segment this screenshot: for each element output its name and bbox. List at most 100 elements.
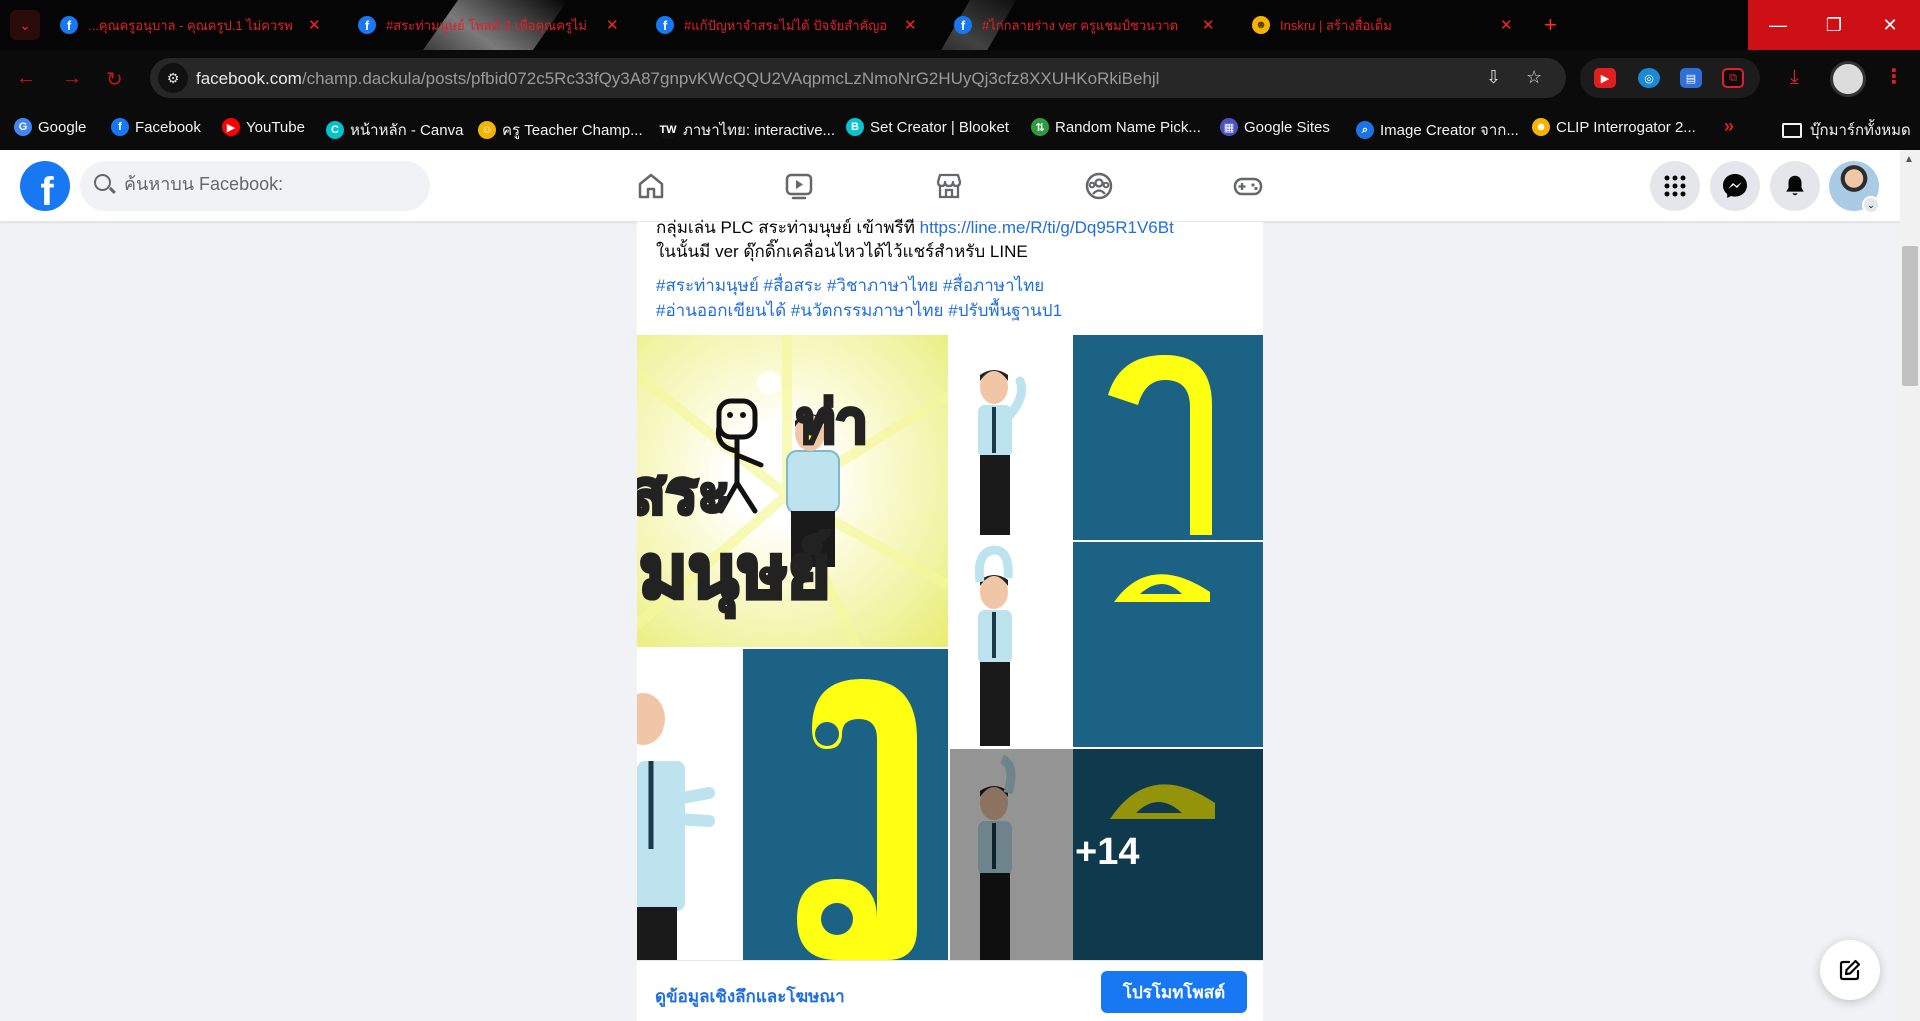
bookmark-label: Google — [38, 118, 87, 136]
post-text-line: ในนั้นมี ver ดุ๊กดิ๊กเคลื่อนไหวได้ไว้แชร… — [656, 242, 1028, 261]
browser-tab[interactable]: f #ไก่กลายร่าง ver ครูแชมป์ชวนวาด ✕ — [942, 8, 1227, 42]
bookmark-favicon-icon: ▶ — [222, 118, 240, 136]
nav-home[interactable] — [596, 150, 706, 222]
address-bar[interactable]: ⚙ facebook.com/champ.dackula/posts/pfbid… — [150, 58, 1566, 98]
messenger-button[interactable] — [1710, 161, 1760, 211]
close-tab-icon[interactable]: ✕ — [1202, 16, 1215, 34]
bookmark-item[interactable]: B Set Creator | Blooket — [846, 118, 1009, 136]
promote-post-button[interactable]: โปรโมทโพสต์ — [1101, 971, 1247, 1013]
back-icon[interactable]: ← — [16, 67, 36, 90]
extension-icon[interactable]: ◎ — [1638, 68, 1660, 88]
chevron-down-icon[interactable]: ⌄ — [1862, 196, 1880, 214]
gallery-photo-main[interactable]: สระ ท่า มนุษย์ — [637, 335, 948, 647]
facebook-logo-icon[interactable]: f — [20, 161, 70, 211]
bookmark-label: YouTube — [246, 118, 305, 136]
bookmark-favicon-icon: ☺ — [478, 121, 496, 139]
smiley-favicon-icon: ☻ — [1252, 16, 1270, 34]
bookmark-item[interactable]: C หน้าหลัก - Canva — [326, 118, 463, 142]
bookmark-item[interactable]: ▦ Google Sites — [1220, 118, 1330, 136]
close-tab-icon[interactable]: ✕ — [904, 16, 917, 34]
nav-video[interactable] — [744, 150, 854, 222]
scroll-up-arrow-icon[interactable]: ▲ — [1904, 154, 1914, 165]
line-group-link[interactable]: https://line.me/R/ti/g/Dq95R1V6Bt — [920, 218, 1174, 237]
marketplace-icon — [936, 173, 962, 199]
browser-tab[interactable]: f ...คุณครูอนุบาล - คุณครูป.1 ไม่ควรพ ✕ — [48, 8, 333, 42]
browser-tab[interactable]: f #สระท่ามนุษย์ โพสต์ 2 เพื่อคุณครูไม่ ✕ — [346, 8, 631, 42]
facebook-favicon-icon: f — [60, 16, 78, 34]
close-tab-icon[interactable]: ✕ — [308, 16, 321, 34]
extension-icon[interactable]: ▤ — [1680, 68, 1702, 88]
close-window-icon[interactable]: ✕ — [1860, 0, 1920, 50]
post-footer: ดูข้อมูลเชิงลึกและโฆษณา โปรโมทโพสต์ — [637, 960, 1263, 1021]
scrollbar-thumb[interactable] — [1902, 246, 1918, 386]
close-tab-icon[interactable]: ✕ — [1500, 16, 1513, 34]
insights-link[interactable]: ดูข้อมูลเชิงลึกและโฆษณา — [655, 983, 845, 1010]
profile-avatar[interactable] — [1830, 61, 1866, 97]
bookmark-favicon-icon: ⌕ — [1356, 121, 1374, 139]
bookmark-favicon-icon: ☻ — [1532, 118, 1550, 136]
bookmark-item[interactable]: f Facebook — [111, 118, 201, 136]
tab-search-button[interactable]: ⌄ — [10, 10, 40, 40]
all-bookmarks-label: บุ๊กมาร์กทั้งหมด — [1810, 122, 1911, 139]
browser-tab[interactable]: f #แก้ปัญหาจำสระไม่ได้ ปัจจัยสำคัญอ ✕ — [644, 8, 929, 42]
new-message-button[interactable] — [1820, 940, 1880, 1000]
main-image-text-sara: สระ — [637, 458, 732, 528]
facebook-favicon-icon: f — [358, 16, 376, 34]
reload-icon[interactable]: ↻ — [106, 67, 123, 92]
bookmark-item[interactable]: ☻ CLIP Interrogator 2... — [1532, 118, 1696, 136]
hashtags-line[interactable]: #อ่านออกเขียนได้ #นวัตกรรมภาษาไทย #ปรับพ… — [656, 297, 1062, 324]
forward-icon[interactable]: → — [62, 67, 82, 90]
youtube-extension-icon[interactable]: ▶ — [1594, 68, 1616, 88]
hashtags-line[interactable]: #สระท่ามนุษย์ #สื่อสระ #วิชาภาษาไทย #สื่… — [656, 272, 1044, 299]
bookmark-label: Set Creator | Blooket — [870, 118, 1009, 136]
groups-icon — [1085, 172, 1113, 200]
url-text[interactable]: facebook.com/champ.dackula/posts/pfbid07… — [196, 69, 1159, 89]
tab-title: #ไก่กลายร่าง ver ครูแชมป์ชวนวาด — [982, 17, 1179, 33]
search-input[interactable] — [124, 174, 414, 195]
bookmark-label: Random Name Pick... — [1055, 118, 1201, 136]
nav-marketplace[interactable] — [894, 150, 1004, 222]
minimize-window-icon[interactable]: — — [1748, 0, 1808, 50]
close-tab-icon[interactable]: ✕ — [606, 16, 619, 34]
browser-menu-icon[interactable]: ⋮ — [1884, 64, 1904, 89]
bookmark-label: หน้าหลัก - Canva — [350, 122, 464, 139]
bookmark-item[interactable]: ▶ YouTube — [222, 118, 305, 136]
gallery-photo[interactable] — [950, 335, 1263, 540]
bookmark-favicon-icon: ⇅ — [1031, 118, 1049, 136]
messenger-icon — [1723, 174, 1747, 198]
nav-gaming[interactable] — [1193, 150, 1303, 222]
gallery-photo-more[interactable]: +14 — [950, 749, 1263, 960]
nav-groups[interactable] — [1044, 150, 1154, 222]
menu-grid-button[interactable] — [1650, 161, 1700, 211]
facebook-favicon-icon: f — [954, 16, 972, 34]
puzzle-extensions-icon[interactable]: ⧉ — [1722, 68, 1744, 88]
bookmark-label: CLIP Interrogator 2... — [1556, 118, 1696, 136]
more-photos-count: +14 — [1075, 831, 1140, 873]
compose-icon — [1839, 959, 1861, 981]
download-icon[interactable]: ⤓ — [1790, 66, 1799, 89]
gallery-photo[interactable] — [637, 649, 948, 960]
gallery-photo[interactable] — [950, 542, 1263, 747]
cartoon-man-graphic — [637, 649, 948, 960]
new-tab-icon[interactable]: + — [1544, 12, 1557, 38]
site-info-icon[interactable]: ⚙ — [158, 63, 188, 93]
bookmark-item[interactable]: ⌕ Image Creator จาก... — [1356, 118, 1519, 142]
install-app-icon[interactable]: ⇩ — [1486, 67, 1501, 88]
bookmark-item[interactable]: G Google — [14, 118, 86, 136]
bookmarks-bar: G Google f Facebook ▶ YouTube C หน้าหลัก - Canv… — [0, 106, 1920, 150]
notifications-button[interactable] — [1770, 161, 1820, 211]
bookmark-item[interactable]: TW ภาษาไทย: interactive... — [659, 118, 835, 142]
bookmark-item[interactable]: ☺ ครู Teacher Champ... — [478, 118, 643, 142]
browser-tab-active[interactable]: ☻ Inskru | สร้างสื่อเต็ม ✕ — [1240, 8, 1525, 42]
main-image-text-tha: ท่า — [795, 388, 870, 456]
bookmark-item[interactable]: ⇅ Random Name Pick... — [1031, 118, 1201, 136]
facebook-search[interactable] — [80, 161, 430, 211]
url-path: /champ.dackula/posts/pfbid072c5Rc33fQy3A… — [301, 69, 1160, 88]
extensions-area: ▶ ◎ ▤ ⧉ — [1580, 58, 1760, 98]
folder-icon — [1782, 122, 1802, 138]
cartoon-man-graphic — [978, 335, 1263, 540]
bookmark-star-icon[interactable]: ☆ — [1526, 67, 1542, 88]
all-bookmarks-button[interactable]: บุ๊กมาร์กทั้งหมด — [1782, 118, 1911, 142]
more-bookmarks-icon[interactable]: » — [1724, 116, 1734, 137]
restore-window-icon[interactable]: ❐ — [1804, 0, 1864, 50]
